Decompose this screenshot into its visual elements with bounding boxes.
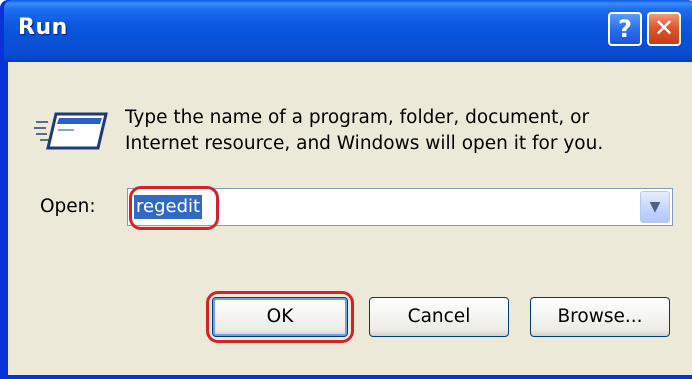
dialog-description: Type the name of a program, folder, docu… bbox=[125, 105, 665, 157]
description-line-2: Internet resource, and Windows will open… bbox=[125, 133, 604, 154]
title-bar[interactable]: Run ? ✕ bbox=[4, 0, 692, 62]
open-combobox[interactable]: regedit ▼ bbox=[127, 188, 673, 226]
browse-button[interactable]: Browse... bbox=[530, 297, 670, 337]
help-button[interactable]: ? bbox=[608, 12, 642, 46]
ok-button[interactable]: OK bbox=[212, 297, 348, 337]
dialog-body: Type the name of a program, folder, docu… bbox=[8, 62, 692, 375]
open-label: Open: bbox=[40, 196, 96, 217]
cancel-button[interactable]: Cancel bbox=[369, 297, 509, 337]
run-dialog-window: Run ? ✕ Type the name of a program, fold… bbox=[0, 0, 692, 379]
chevron-down-icon[interactable]: ▼ bbox=[640, 191, 670, 223]
window-title: Run bbox=[18, 15, 68, 40]
open-input-value[interactable]: regedit bbox=[134, 195, 203, 219]
run-program-icon bbox=[34, 112, 108, 150]
description-line-1: Type the name of a program, folder, docu… bbox=[125, 107, 590, 128]
close-button[interactable]: ✕ bbox=[647, 12, 681, 46]
